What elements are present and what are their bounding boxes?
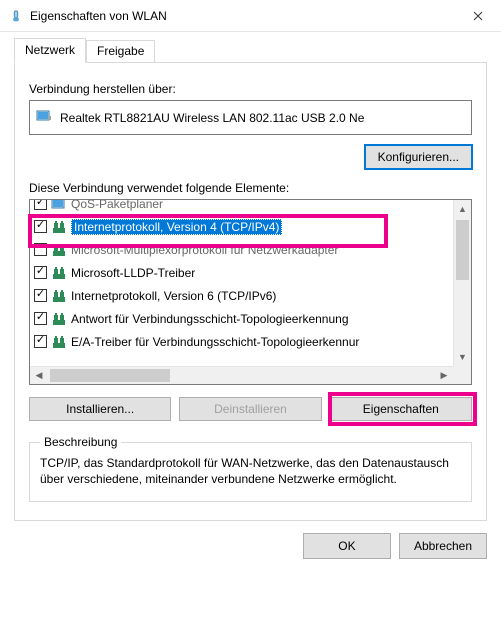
vertical-scrollbar[interactable]: ▲ ▼ bbox=[453, 200, 471, 366]
list-item[interactable]: Internetprotokoll, Version 4 (TCP/IPv4) bbox=[30, 215, 451, 238]
configure-button-label: Konfigurieren... bbox=[378, 150, 459, 164]
checkbox[interactable] bbox=[34, 312, 47, 325]
adapter-box[interactable]: Realtek RTL8821AU Wireless LAN 802.11ac … bbox=[29, 100, 472, 135]
description-text: TCP/IP, das Standardprotokoll für WAN-Ne… bbox=[40, 455, 461, 487]
protocol-listbox[interactable]: QoS-Paketplaner Internetprotokoll, Versio… bbox=[29, 199, 472, 385]
network-adapter-icon bbox=[36, 108, 52, 127]
install-button-label: Installieren... bbox=[66, 402, 134, 416]
checkbox[interactable] bbox=[34, 335, 47, 348]
protocol-icon bbox=[51, 311, 67, 327]
list-item-label: Antwort für Verbindungsschicht-Topologie… bbox=[71, 312, 349, 326]
scroll-down-icon[interactable]: ▼ bbox=[454, 348, 471, 366]
close-button[interactable] bbox=[455, 0, 501, 32]
protocol-icon bbox=[51, 219, 67, 235]
adapter-icon bbox=[51, 200, 67, 212]
scroll-up-icon[interactable]: ▲ bbox=[454, 200, 471, 218]
checkbox[interactable] bbox=[34, 289, 47, 302]
connect-using-label: Verbindung herstellen über: bbox=[29, 82, 472, 96]
scroll-thumb[interactable] bbox=[456, 220, 469, 280]
protocol-icon bbox=[51, 242, 67, 258]
checkbox[interactable] bbox=[34, 243, 47, 256]
list-item-label: QoS-Paketplaner bbox=[71, 200, 163, 211]
uninstall-button: Deinstallieren bbox=[179, 397, 321, 421]
list-item-label: Microsoft-Multiplexorprotokoll für Netzw… bbox=[71, 243, 338, 257]
list-item-label: Internetprotokoll, Version 4 (TCP/IPv4) bbox=[71, 219, 282, 235]
protocol-icon bbox=[51, 288, 67, 304]
install-button[interactable]: Installieren... bbox=[29, 397, 171, 421]
list-item-label: Internetprotokoll, Version 6 (TCP/IPv6) bbox=[71, 289, 276, 303]
ok-button-label: OK bbox=[338, 539, 355, 553]
tab-panel-network: Verbindung herstellen über: Realtek RTL8… bbox=[14, 62, 487, 521]
scroll-track[interactable] bbox=[454, 218, 471, 348]
list-item-label: Microsoft-LLDP-Treiber bbox=[71, 266, 195, 280]
tab-strip: Netzwerk Freigabe bbox=[14, 38, 487, 63]
list-item[interactable]: QoS-Paketplaner bbox=[30, 200, 451, 215]
items-label: Diese Verbindung verwendet folgende Elem… bbox=[29, 181, 472, 195]
protocol-icon bbox=[51, 334, 67, 350]
scroll-track-h[interactable] bbox=[48, 367, 435, 384]
uninstall-button-label: Deinstallieren bbox=[214, 402, 287, 416]
scroll-left-icon[interactable]: ◀ bbox=[30, 367, 48, 384]
list-item[interactable]: E/A-Treiber für Verbindungsschicht-Topol… bbox=[30, 330, 451, 353]
scroll-thumb-h[interactable] bbox=[50, 369, 170, 382]
checkbox[interactable] bbox=[34, 200, 47, 210]
tab-sharing[interactable]: Freigabe bbox=[86, 40, 155, 63]
list-item[interactable]: Antwort für Verbindungsschicht-Topologie… bbox=[30, 307, 451, 330]
cancel-button[interactable]: Abbrechen bbox=[399, 533, 487, 559]
list-item[interactable]: Microsoft-LLDP-Treiber bbox=[30, 261, 451, 284]
list-item-label: E/A-Treiber für Verbindungsschicht-Topol… bbox=[71, 335, 359, 349]
titlebar: Eigenschaften von WLAN bbox=[0, 0, 501, 32]
configure-button[interactable]: Konfigurieren... bbox=[365, 145, 472, 169]
checkbox[interactable] bbox=[34, 266, 47, 279]
tab-sharing-label: Freigabe bbox=[97, 44, 144, 58]
ok-button[interactable]: OK bbox=[303, 533, 391, 559]
adapter-name: Realtek RTL8821AU Wireless LAN 802.11ac … bbox=[60, 111, 364, 125]
properties-button[interactable]: Eigenschaften bbox=[330, 397, 472, 421]
description-group: Beschreibung TCP/IP, das Standardprotoko… bbox=[29, 435, 472, 502]
tab-filler bbox=[155, 40, 487, 63]
protocol-icon bbox=[51, 265, 67, 281]
scroll-corner bbox=[453, 366, 471, 384]
horizontal-scrollbar[interactable]: ◀ ▶ bbox=[30, 366, 453, 384]
cancel-button-label: Abbrechen bbox=[414, 539, 472, 553]
list-item[interactable]: Microsoft-Multiplexorprotokoll für Netzw… bbox=[30, 238, 451, 261]
tab-network[interactable]: Netzwerk bbox=[14, 38, 86, 63]
properties-button-label: Eigenschaften bbox=[363, 402, 439, 416]
description-legend: Beschreibung bbox=[40, 435, 121, 449]
window-title: Eigenschaften von WLAN bbox=[30, 9, 455, 23]
wifi-adapter-icon bbox=[8, 8, 24, 24]
tab-network-label: Netzwerk bbox=[25, 43, 75, 57]
checkbox[interactable] bbox=[34, 220, 47, 233]
scroll-right-icon[interactable]: ▶ bbox=[435, 367, 453, 384]
list-item[interactable]: Internetprotokoll, Version 6 (TCP/IPv6) bbox=[30, 284, 451, 307]
